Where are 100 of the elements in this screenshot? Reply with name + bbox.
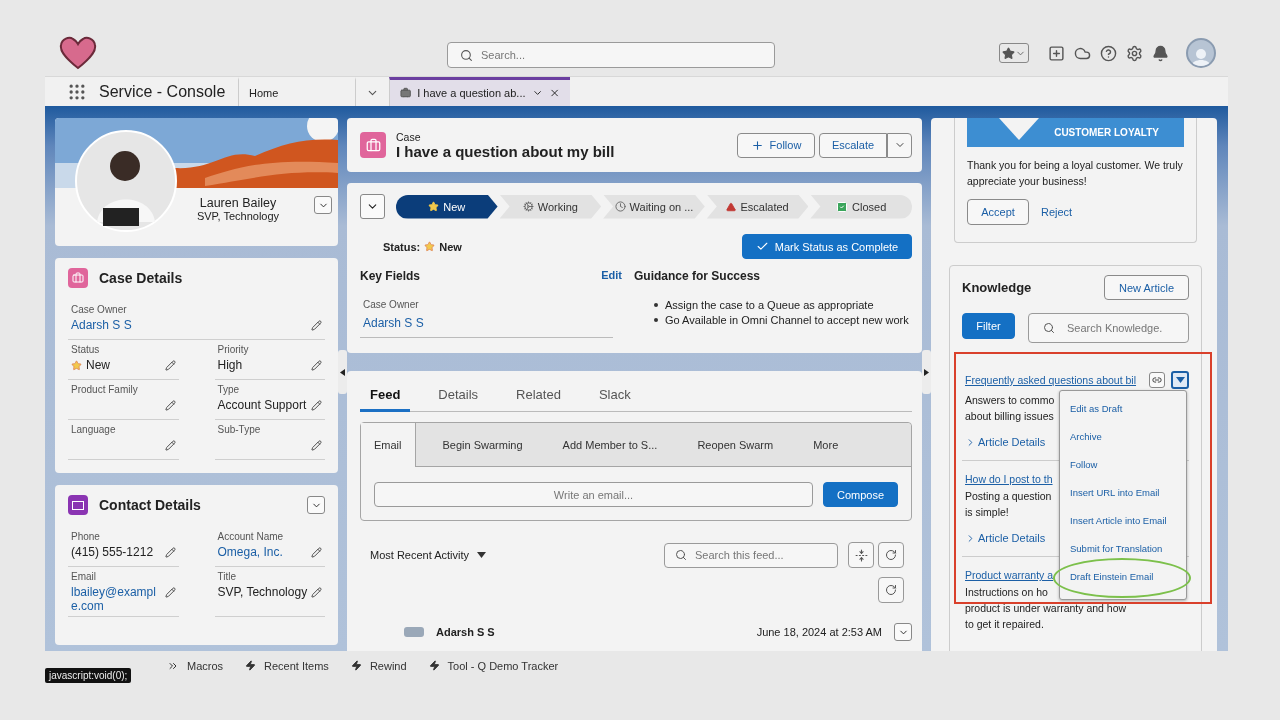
publisher-tab[interactable]: Begin Swarming — [429, 423, 536, 466]
menu-item[interactable]: Insert URL into Email — [1070, 487, 1186, 502]
link-button[interactable] — [1149, 372, 1165, 388]
edit-icon[interactable] — [164, 440, 176, 451]
dropdown-button[interactable] — [887, 132, 912, 158]
field-link[interactable]: Adarsh S S — [71, 318, 132, 332]
refresh-button[interactable] — [878, 577, 904, 603]
edit-icon[interactable] — [164, 547, 176, 558]
path-stage[interactable]: Working — [499, 194, 602, 219]
collapse-handle[interactable] — [922, 350, 931, 394]
article-details-link[interactable]: Article Details — [978, 532, 1046, 544]
escalate-button[interactable]: Escalate — [819, 132, 887, 158]
field-value: (415) 555-1212 — [71, 545, 154, 559]
email-field[interactable]: Write an email... — [374, 482, 813, 507]
menu-item[interactable]: Follow — [1070, 459, 1186, 474]
path-stage[interactable]: Closed — [810, 194, 912, 219]
edit-icon[interactable] — [164, 360, 176, 371]
section-title: Key Fields — [360, 269, 421, 283]
field-value: SVP, Technology — [217, 585, 308, 599]
accept-button[interactable]: Accept — [967, 199, 1029, 225]
add-icon[interactable] — [1048, 44, 1065, 62]
article-link[interactable]: How do I post to th — [965, 473, 1053, 485]
caret-icon[interactable] — [477, 552, 487, 558]
path-stage[interactable]: New — [396, 194, 498, 219]
favorites-button[interactable] — [999, 43, 1029, 63]
case-title: I have a question about my bill — [396, 142, 615, 160]
edit-icon[interactable] — [311, 547, 322, 558]
path-stage[interactable]: Escalated — [706, 194, 809, 219]
new-article-button[interactable]: New Article — [1104, 275, 1189, 300]
menu-toggle[interactable] — [1171, 371, 1189, 389]
article-summary: to get it repaired. — [965, 617, 1044, 632]
publisher-tab[interactable]: Email — [361, 423, 416, 467]
menu-item[interactable]: Edit as Draft — [1070, 403, 1186, 418]
feed-author[interactable]: Adarsh S S — [436, 626, 495, 638]
article-summary: Posting a question — [965, 489, 1052, 504]
publisher-tab[interactable]: More — [800, 423, 852, 466]
feed-tab[interactable]: Details — [428, 379, 489, 412]
edit-icon[interactable] — [311, 587, 322, 598]
bullet-icon — [654, 303, 658, 307]
follow-button[interactable]: Follow — [737, 132, 815, 158]
settings-icon[interactable] — [1126, 44, 1143, 62]
heart-logo[interactable] — [59, 36, 97, 70]
filter-button[interactable]: Filter — [962, 313, 1015, 339]
gear-icon — [522, 201, 534, 212]
collapse-all-button[interactable] — [848, 542, 874, 568]
dropdown-button[interactable] — [307, 496, 325, 514]
menu-item[interactable]: Archive — [1070, 431, 1186, 446]
field-link[interactable]: lbailey@example.com — [71, 585, 163, 613]
feed-search-field[interactable]: Search this feed... — [664, 542, 838, 568]
compose-button[interactable]: Compose — [823, 482, 898, 507]
feed-tab[interactable]: Feed — [360, 379, 411, 412]
console-tab[interactable]: I have a question ab... — [389, 77, 570, 106]
star-icon — [1002, 46, 1015, 60]
banner-text: CUSTOMER LOYALTY — [1054, 127, 1159, 138]
close-icon[interactable] — [548, 87, 560, 99]
star-icon — [424, 241, 436, 252]
search-icon — [675, 549, 687, 561]
utility-item[interactable]: Macros — [167, 659, 224, 672]
card-title: Case Details — [99, 270, 183, 286]
article-link[interactable]: Frequently asked questions about bil — [965, 374, 1137, 386]
feed-tab[interactable]: Slack — [588, 379, 641, 412]
edit-icon[interactable] — [311, 320, 322, 331]
dropdown-button[interactable] — [314, 196, 332, 214]
menu-item[interactable]: Insert Article into Email — [1070, 515, 1186, 530]
loyalty-message: Thank you for being a loyal customer. We truly appreciate your business! — [967, 158, 1184, 189]
reject-link[interactable]: Reject — [1041, 206, 1073, 218]
bell-icon[interactable] — [1152, 44, 1169, 62]
edit-icon[interactable] — [311, 400, 322, 411]
search-field[interactable]: Search... — [447, 42, 775, 68]
publisher-tab[interactable]: Add Member to S... — [549, 423, 671, 466]
article-link[interactable]: Product warranty a — [965, 569, 1054, 581]
field-label: Priority — [217, 344, 250, 355]
article-summary: Instructions on ho — [965, 585, 1048, 600]
utility-item[interactable]: Tool - Q Demo Tracker — [428, 659, 559, 672]
edit-icon[interactable] — [164, 587, 176, 598]
field-link[interactable]: Adarsh S S — [363, 316, 424, 330]
contact-card-icon — [68, 495, 88, 515]
sort-menu[interactable]: Most Recent Activity — [370, 549, 470, 561]
edit-icon[interactable] — [311, 440, 322, 451]
article-details-link[interactable]: Article Details — [978, 436, 1046, 448]
field-label: Sub-Type — [217, 424, 262, 435]
edit-link[interactable]: Edit — [601, 269, 622, 283]
menu-item[interactable]: Draft Einstein Email — [1070, 571, 1186, 586]
collapse-handle[interactable] — [338, 350, 347, 394]
user-avatar[interactable] — [1186, 38, 1216, 68]
utility-item[interactable]: Recent Items — [245, 659, 329, 672]
edit-icon[interactable] — [164, 400, 176, 411]
publisher-tab[interactable]: Reopen Swarm — [684, 423, 787, 466]
edit-icon[interactable] — [311, 360, 322, 371]
refresh-button[interactable] — [878, 542, 904, 568]
utility-item[interactable]: Rewind — [350, 659, 407, 672]
feed-tab[interactable]: Related — [506, 379, 571, 412]
menu-item[interactable]: Submit for Translation — [1070, 543, 1186, 558]
mark-complete-button[interactable]: Mark Status as Complete — [742, 234, 912, 259]
path-stage[interactable]: Waiting on ... — [603, 194, 705, 219]
knowledge-search-field[interactable]: Search Knowledge. — [1028, 313, 1189, 343]
dropdown-button[interactable] — [894, 623, 912, 641]
help-icon[interactable] — [1100, 44, 1117, 62]
collapse-button[interactable] — [360, 194, 385, 219]
field-link[interactable]: Omega, Inc. — [217, 545, 283, 559]
